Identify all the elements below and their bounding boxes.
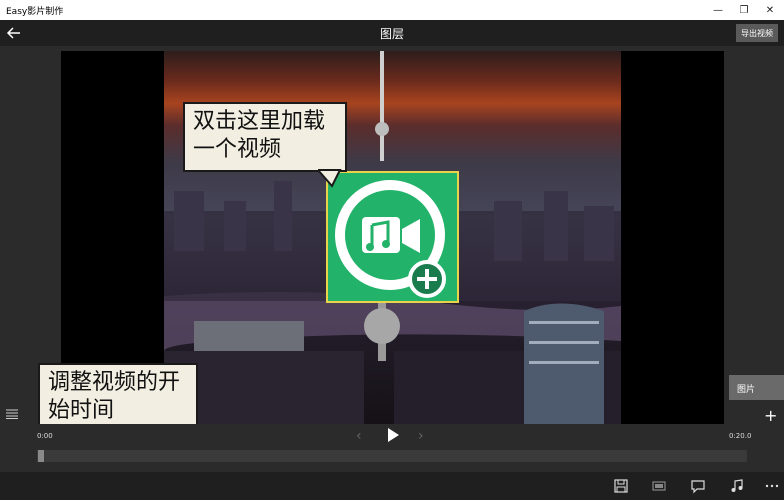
page-title: 图层	[379, 27, 404, 41]
chevron-left-icon: ‹	[356, 428, 362, 444]
chevron-right-icon: ›	[418, 428, 424, 444]
comment-icon	[691, 480, 705, 494]
add-video-tile[interactable]	[326, 171, 459, 303]
minimize-button[interactable]: —	[704, 0, 732, 20]
maximize-button[interactable]: ❐	[730, 0, 758, 20]
save-button[interactable]	[612, 477, 630, 495]
adjust-start-callout: 调整视频的开始时间	[38, 363, 198, 431]
app-header: 图层 导出视频	[0, 20, 784, 46]
next-button[interactable]: ›	[418, 428, 424, 444]
close-icon: ✕	[765, 4, 775, 16]
close-button[interactable]: ✕	[756, 0, 784, 20]
export-video-button[interactable]: 导出视频	[736, 24, 778, 42]
play-button[interactable]	[385, 427, 401, 443]
save-icon	[614, 479, 628, 493]
aspect-button[interactable]	[650, 477, 668, 495]
music-icon	[731, 479, 743, 492]
more-icon	[765, 484, 779, 488]
video-add-icon	[335, 180, 446, 298]
time-end: 0:20.0	[729, 432, 752, 440]
add-layer-button[interactable]: +	[764, 406, 777, 425]
timeline-track[interactable]	[37, 450, 747, 462]
list-icon[interactable]	[6, 409, 18, 419]
app-title: Easy影片制作	[6, 7, 64, 17]
tab-image[interactable]: 图片	[729, 375, 784, 400]
time-start: 0:00	[37, 432, 53, 440]
double-click-callout: 双击这里加载一个视频	[183, 102, 347, 172]
comment-button[interactable]	[689, 477, 707, 495]
music-button[interactable]	[728, 477, 746, 495]
aspect-icon	[652, 481, 666, 491]
more-button[interactable]	[763, 477, 781, 495]
callout-pointer	[318, 169, 342, 188]
play-icon	[388, 428, 399, 442]
bottom-toolbar	[0, 472, 784, 500]
window-titlebar: Easy影片制作 — ❐ ✕	[0, 0, 784, 20]
timeline-scrub-handle[interactable]	[38, 450, 44, 462]
maximize-icon: ❐	[739, 4, 749, 16]
minimize-icon: —	[713, 4, 723, 16]
previous-button[interactable]: ‹	[356, 428, 362, 444]
